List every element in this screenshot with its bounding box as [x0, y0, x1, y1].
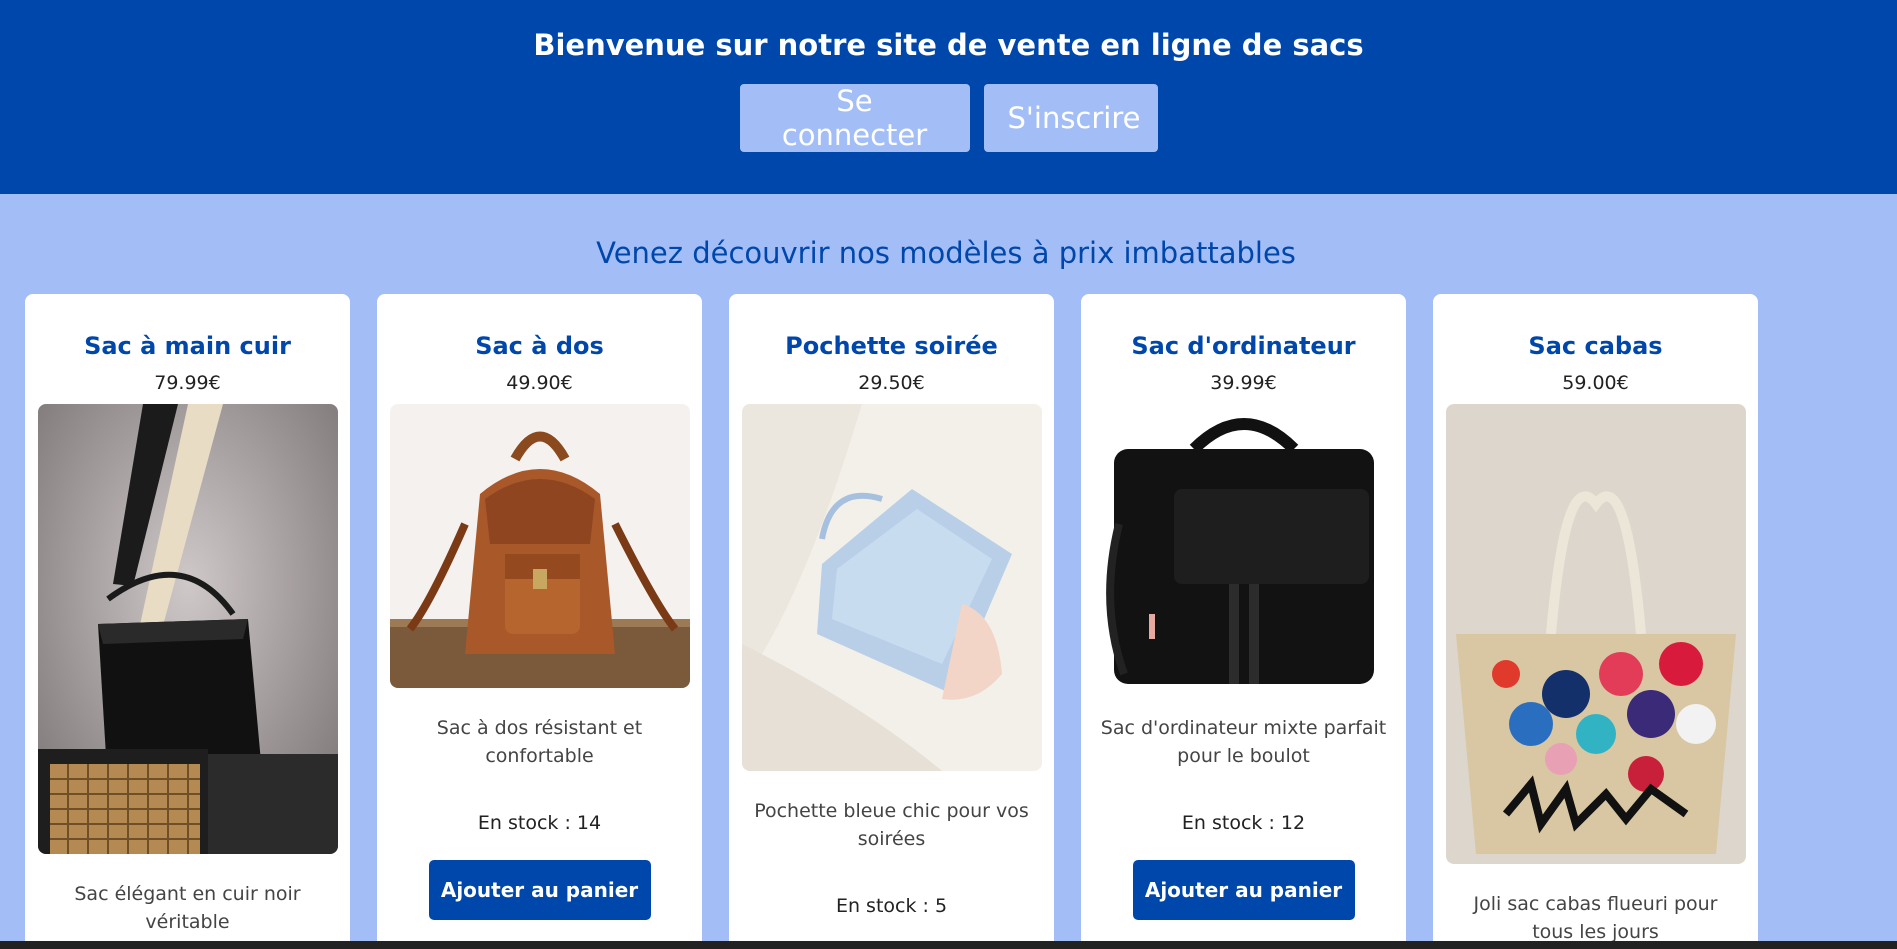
window-bottom-edge — [0, 941, 1897, 949]
login-button[interactable]: Se connecter — [739, 84, 970, 152]
product-image — [38, 404, 338, 854]
product-card: Sac à main cuir 79.99€ Sac élégant en cu… — [25, 294, 350, 949]
product-image — [1446, 404, 1746, 864]
product-stock: En stock : 5 — [835, 895, 948, 917]
product-image — [390, 404, 690, 688]
product-description: Sac élégant en cuir noir véritable — [74, 883, 301, 933]
product-name: Sac à main cuir — [84, 332, 291, 360]
product-description: Sac à dos résistant et confortable — [436, 717, 643, 767]
product-name: Sac à dos — [475, 332, 604, 360]
product-card: Sac d'ordinateur 39.99€ Sac d'ordinateur… — [1081, 294, 1406, 949]
product-price: 49.90€ — [506, 372, 573, 394]
section-subtitle: Venez découvrir nos modèles à prix imbat… — [596, 236, 1296, 270]
site-header: Bienvenue sur notre site de vente en lig… — [0, 0, 1897, 194]
auth-buttons: Se connecter S'inscrire — [0, 84, 1897, 152]
product-price: 59.00€ — [1562, 372, 1629, 394]
product-image — [1094, 404, 1394, 688]
main-content: Venez découvrir nos modèles à prix imbat… — [0, 194, 1897, 949]
product-name: Pochette soirée — [785, 332, 998, 360]
product-grid: Sac à main cuir 79.99€ Sac élégant en cu… — [0, 294, 1897, 949]
add-to-cart-button[interactable]: Ajouter au panier — [1132, 860, 1355, 920]
signup-button[interactable]: S'inscrire — [983, 84, 1158, 152]
product-price: 79.99€ — [154, 372, 221, 394]
product-price: 39.99€ — [1210, 372, 1277, 394]
product-name: Sac cabas — [1528, 332, 1663, 360]
product-description: Sac d'ordinateur mixte parfait pour le b… — [1100, 717, 1387, 767]
add-to-cart-button[interactable]: Ajouter au panier — [428, 860, 651, 920]
product-card: Pochette soirée 29.50€ Pochette bleue ch… — [729, 294, 1054, 949]
product-description: Pochette bleue chic pour vos soirées — [754, 800, 1029, 850]
product-name: Sac d'ordinateur — [1131, 332, 1356, 360]
product-price: 29.50€ — [858, 372, 925, 394]
product-description: Joli sac cabas flueuri pour tous les jou… — [1473, 893, 1718, 943]
product-card: Sac cabas 59.00€ Joli sac cabas flueuri … — [1433, 294, 1758, 949]
product-card: Sac à dos 49.90€ Sac à dos résistant et … — [377, 294, 702, 949]
page-title: Bienvenue sur notre site de vente en lig… — [533, 28, 1364, 62]
product-stock: En stock : 12 — [1181, 812, 1306, 834]
product-stock: En stock : 14 — [477, 812, 602, 834]
product-image — [742, 404, 1042, 771]
